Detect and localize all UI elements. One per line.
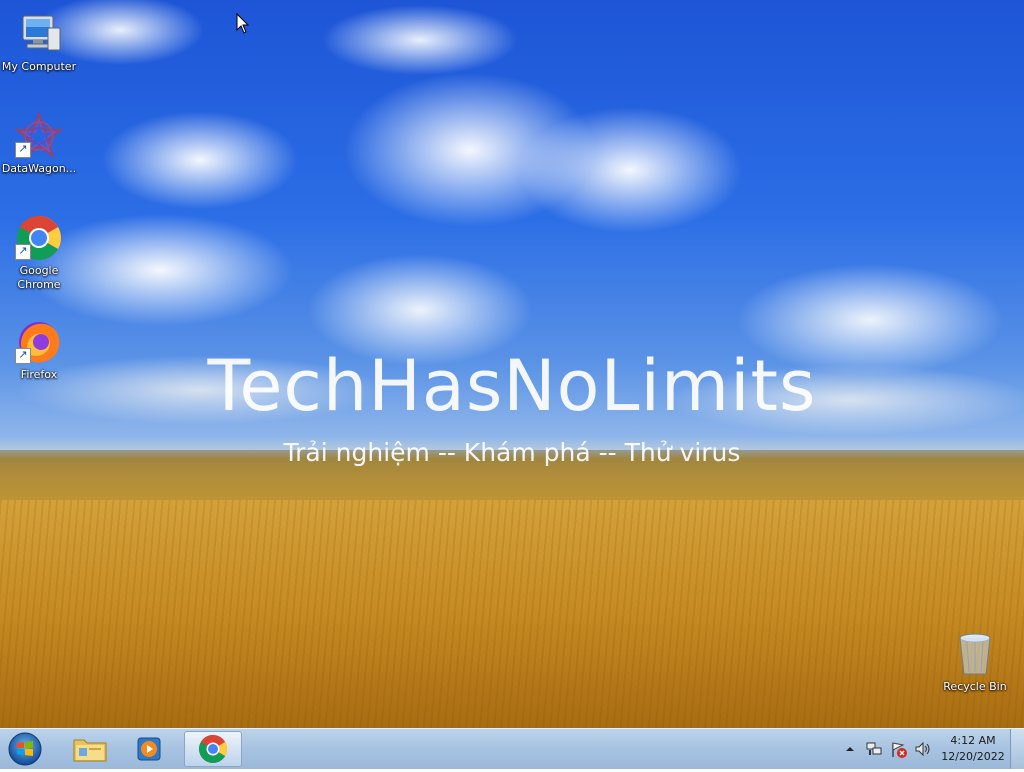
desktop-icon-my-computer[interactable]: My Computer: [1, 10, 77, 74]
computer-icon: [15, 10, 63, 58]
volume-icon[interactable]: [914, 741, 932, 757]
folder-icon: [73, 739, 107, 762]
media-player-icon: [137, 737, 161, 761]
chrome-icon: ↗: [15, 214, 63, 262]
show-hidden-icons-button[interactable]: [844, 742, 856, 756]
taskbar-media-player-button[interactable]: [122, 731, 178, 767]
wheat-field: [0, 500, 1024, 728]
desktop-icon-label: My Computer: [1, 60, 77, 73]
mouse-cursor-icon: [236, 12, 250, 40]
desktop-icon-recycle-bin[interactable]: Recycle Bin: [937, 630, 1013, 694]
desktop-icon-firefox[interactable]: ↗ Firefox: [1, 318, 77, 382]
datawagon-icon: ↗: [15, 112, 63, 160]
shortcut-arrow-icon: ↗: [15, 244, 31, 260]
desktop-icon-label: Recycle Bin: [943, 680, 1007, 693]
action-center-icon[interactable]: [890, 741, 908, 759]
desktop-icon-label: Firefox: [20, 368, 58, 381]
desktop-background: TechHasNoLimits Trải nghiệm -- Khám phá …: [0, 0, 1024, 728]
desktop-icon-label: Google Chrome: [17, 264, 61, 291]
recycle-bin-icon: [951, 630, 999, 678]
system-clock[interactable]: 4:12 AM 12/20/2022: [940, 733, 1006, 765]
shortcut-arrow-icon: ↗: [15, 142, 31, 158]
wallpaper-title: TechHasNoLimits: [207, 345, 817, 427]
taskbar-file-explorer-button[interactable]: [62, 731, 118, 767]
clock-date: 12/20/2022: [941, 750, 1005, 763]
desktop-icon-datawagon[interactable]: ↗ DataWagon...: [1, 112, 77, 176]
desktop-icon-label: DataWagon...: [1, 162, 77, 175]
start-button[interactable]: [4, 731, 46, 767]
show-desktop-button[interactable]: [1010, 729, 1024, 769]
network-icon[interactable]: [866, 741, 882, 757]
taskbar: 4:12 AM 12/20/2022: [0, 728, 1024, 769]
taskbar-chrome-button[interactable]: [184, 731, 242, 767]
wallpaper-subtitle: Trải nghiệm -- Khám phá -- Thử virus: [283, 438, 741, 467]
clock-time: 4:12 AM: [950, 734, 996, 747]
chrome-icon: [199, 735, 227, 763]
desktop-icon-google-chrome[interactable]: ↗ Google Chrome: [1, 214, 77, 292]
shortcut-arrow-icon: ↗: [15, 348, 31, 364]
firefox-icon: ↗: [15, 318, 63, 366]
